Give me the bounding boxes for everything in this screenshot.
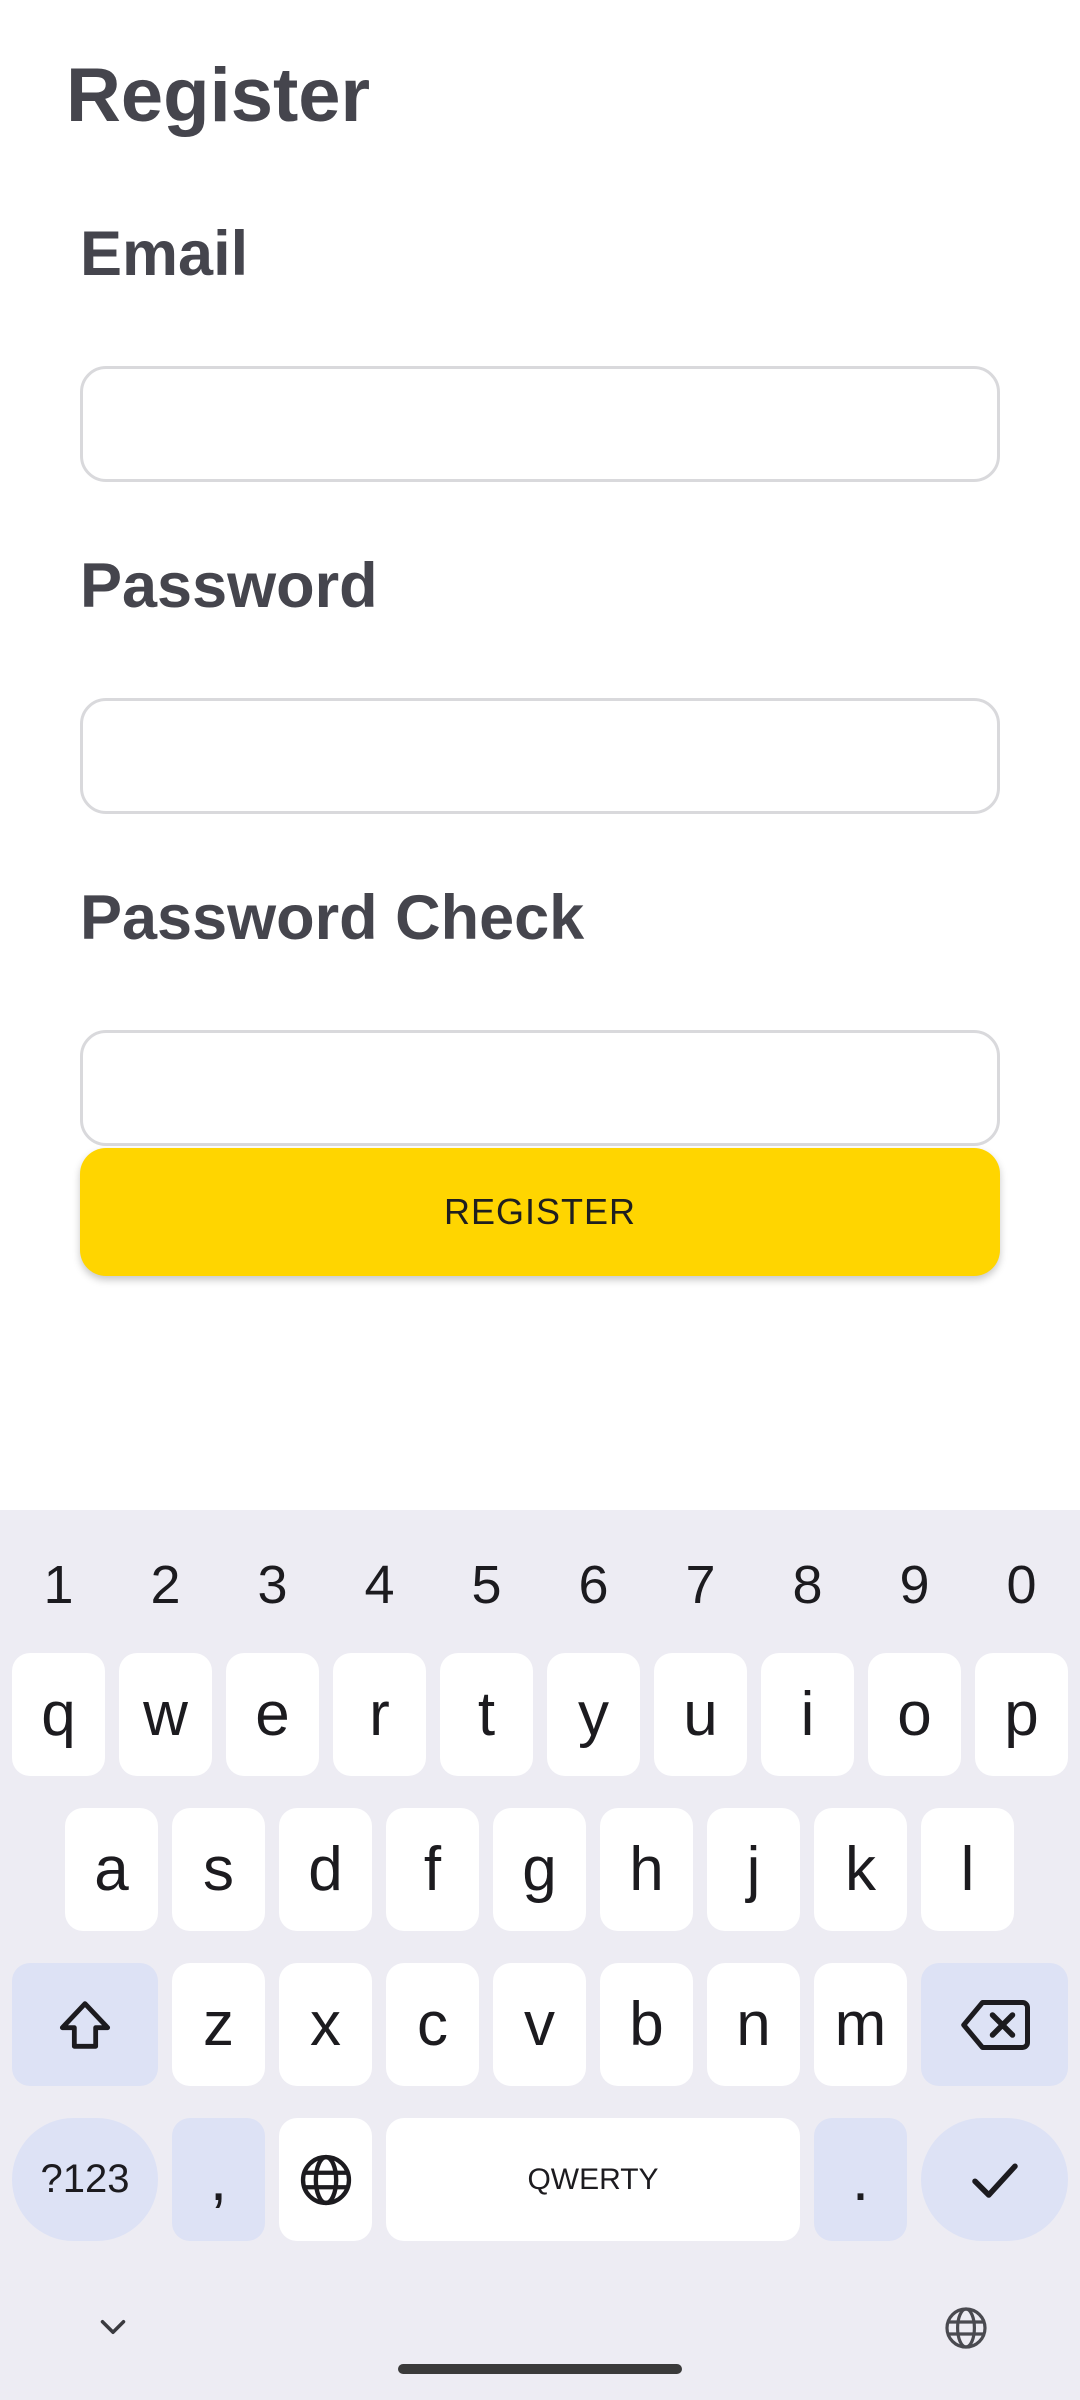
key-j[interactable]: j [707, 1808, 800, 1931]
chevron-down-icon[interactable] [92, 2306, 134, 2353]
keyboard-nav-bar [0, 2268, 1080, 2400]
password-field[interactable] [80, 698, 1000, 814]
key-x[interactable]: x [279, 1963, 372, 2086]
home-indicator[interactable] [398, 2364, 682, 2374]
key-f[interactable]: f [386, 1808, 479, 1931]
space-bar-label: QWERTY [527, 2162, 659, 2196]
space-bar[interactable]: QWERTY [386, 2118, 800, 2241]
key-b[interactable]: b [600, 1963, 693, 2086]
password-label: Password [80, 551, 378, 621]
key-h[interactable]: h [600, 1808, 693, 1931]
period-key[interactable]: . [814, 2118, 907, 2241]
key-5[interactable]: 5 [433, 1540, 540, 1630]
globe-icon [297, 2151, 355, 2209]
soft-keyboard: 1 2 3 4 5 6 7 8 9 0 q w e r t y u i o p … [0, 1510, 1080, 2400]
page-title: Register [66, 53, 371, 138]
key-p[interactable]: p [975, 1653, 1068, 1776]
symbols-key[interactable]: ?123 [12, 2118, 158, 2241]
key-y[interactable]: y [547, 1653, 640, 1776]
password-check-label: Password Check [80, 883, 585, 953]
key-0[interactable]: 0 [968, 1540, 1075, 1630]
key-t[interactable]: t [440, 1653, 533, 1776]
key-4[interactable]: 4 [326, 1540, 433, 1630]
email-field[interactable] [80, 366, 1000, 482]
backspace-key[interactable] [921, 1963, 1068, 2086]
key-n[interactable]: n [707, 1963, 800, 2086]
key-r[interactable]: r [333, 1653, 426, 1776]
checkmark-icon [965, 2150, 1025, 2210]
password-check-field[interactable] [80, 1030, 1000, 1146]
key-k[interactable]: k [814, 1808, 907, 1931]
register-screen: Register Email Password Password Check R… [0, 0, 1080, 1510]
key-v[interactable]: v [493, 1963, 586, 2086]
key-g[interactable]: g [493, 1808, 586, 1931]
shift-key[interactable] [12, 1963, 158, 2086]
comma-key[interactable]: , [172, 2118, 265, 2241]
key-o[interactable]: o [868, 1653, 961, 1776]
register-button[interactable]: REGISTER [80, 1148, 1000, 1276]
key-z[interactable]: z [172, 1963, 265, 2086]
key-7[interactable]: 7 [647, 1540, 754, 1630]
key-2[interactable]: 2 [112, 1540, 219, 1630]
key-l[interactable]: l [921, 1808, 1014, 1931]
key-1[interactable]: 1 [5, 1540, 112, 1630]
key-a[interactable]: a [65, 1808, 158, 1931]
done-key[interactable] [921, 2118, 1068, 2241]
key-i[interactable]: i [761, 1653, 854, 1776]
key-9[interactable]: 9 [861, 1540, 968, 1630]
key-3[interactable]: 3 [219, 1540, 326, 1630]
globe-icon[interactable] [942, 2304, 990, 2357]
key-s[interactable]: s [172, 1808, 265, 1931]
key-u[interactable]: u [654, 1653, 747, 1776]
number-row: 1 2 3 4 5 6 7 8 9 0 [0, 1540, 1080, 1630]
email-label: Email [80, 219, 249, 289]
shift-icon [53, 1993, 117, 2057]
key-c[interactable]: c [386, 1963, 479, 2086]
key-q[interactable]: q [12, 1653, 105, 1776]
key-8[interactable]: 8 [754, 1540, 861, 1630]
backspace-icon [960, 1997, 1030, 2053]
language-key[interactable] [279, 2118, 372, 2241]
key-w[interactable]: w [119, 1653, 212, 1776]
key-e[interactable]: e [226, 1653, 319, 1776]
key-d[interactable]: d [279, 1808, 372, 1931]
key-m[interactable]: m [814, 1963, 907, 2086]
key-6[interactable]: 6 [540, 1540, 647, 1630]
